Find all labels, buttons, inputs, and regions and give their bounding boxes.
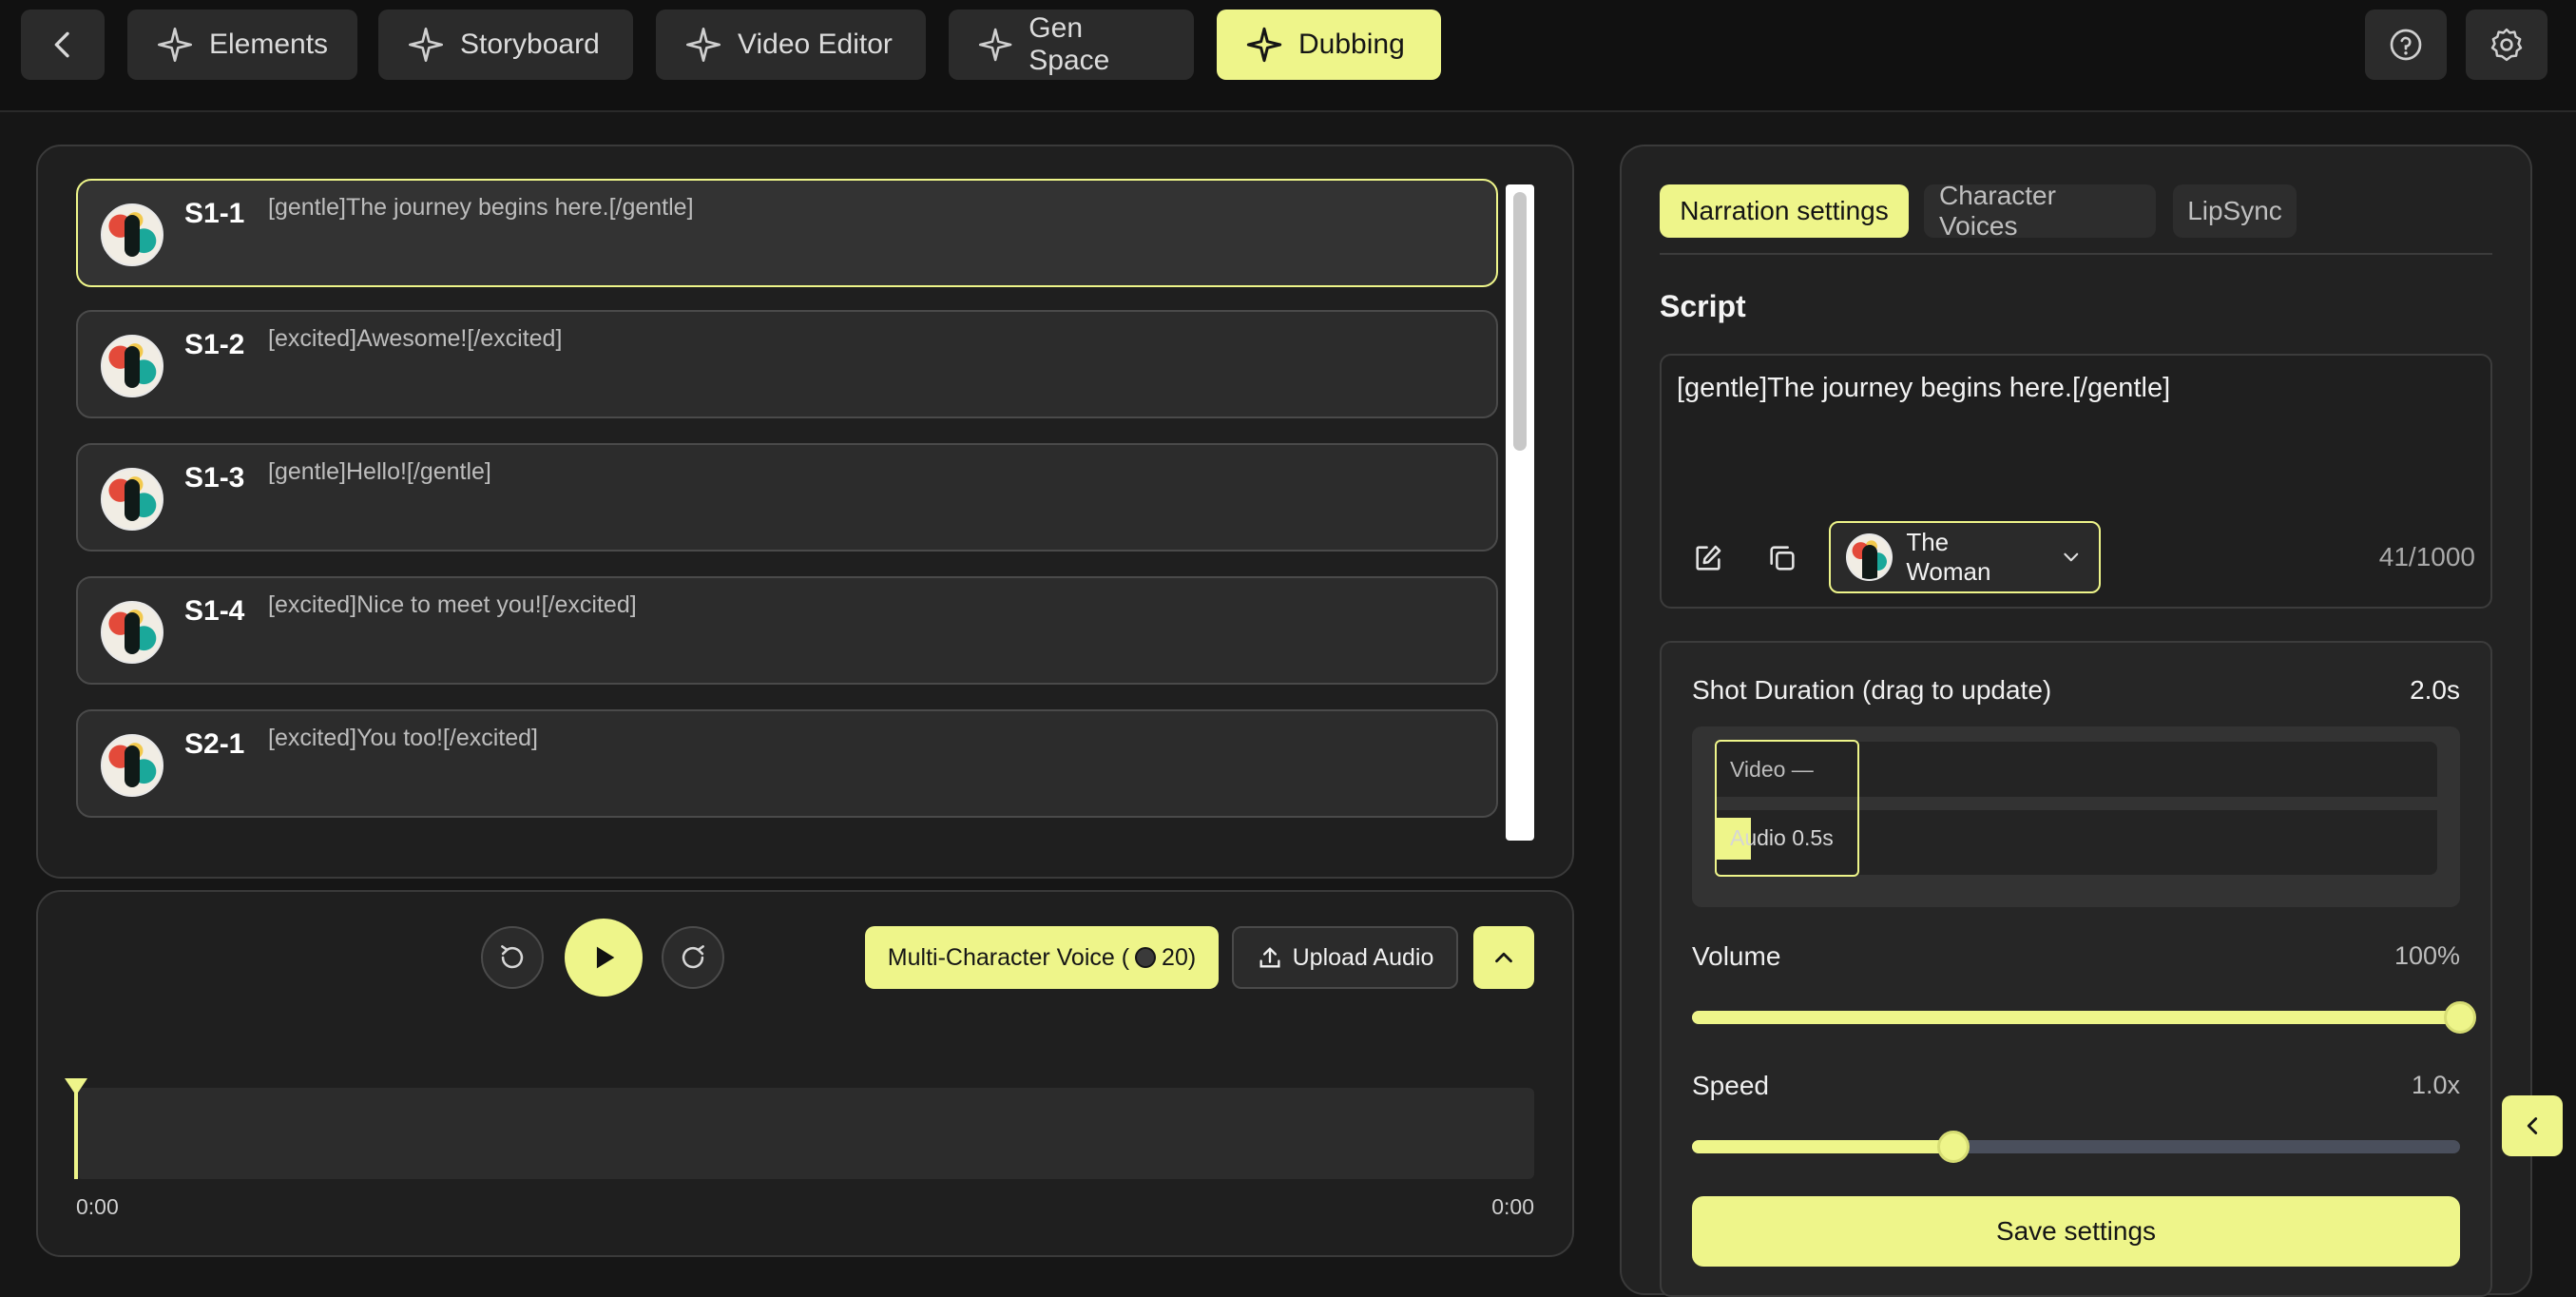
multi-character-voice-button[interactable]: Multi-Character Voice ( 20) <box>865 926 1219 989</box>
shot-list-scrollbar[interactable] <box>1506 184 1534 841</box>
rotate-ccw-icon <box>501 945 524 969</box>
nav-tab-label: Elements <box>209 29 329 60</box>
edit-icon <box>1696 545 1721 571</box>
nav-tab-dubbing[interactable]: Dubbing <box>1217 10 1441 80</box>
shot-script: [gentle]Hello![/gentle] <box>268 458 491 485</box>
script-text[interactable]: [gentle]The journey begins here.[/gentle… <box>1677 373 2170 404</box>
scrollbar-thumb[interactable] <box>1513 192 1527 451</box>
shot-code: S1-1 <box>184 198 245 229</box>
help-icon <box>2390 29 2422 61</box>
character-avatar <box>101 203 163 266</box>
voice-selector[interactable]: The Woman <box>1829 521 2101 593</box>
shot-code: S1-4 <box>184 595 245 627</box>
shot-code: S1-2 <box>184 329 245 360</box>
shot-card[interactable]: S1-1 [gentle]The journey begins here.[/g… <box>76 179 1498 287</box>
speed-slider[interactable] <box>1692 1140 2460 1153</box>
volume-slider-knob[interactable] <box>2444 1001 2476 1034</box>
character-avatar <box>101 734 163 797</box>
shot-duration-label: Shot Duration (drag to update) <box>1692 675 2052 705</box>
nav-tab-storyboard[interactable]: Storyboard <box>378 10 633 80</box>
voice-name: The Woman <box>1906 528 1991 586</box>
character-count: 41/1000 <box>2378 542 2475 571</box>
speed-slider-fill <box>1692 1140 1953 1153</box>
help-button[interactable] <box>2365 10 2447 80</box>
settings-button[interactable] <box>2466 10 2547 80</box>
sparkle-icon <box>1246 27 1282 63</box>
expand-panel-button[interactable] <box>1473 926 1534 989</box>
sparkle-icon <box>158 28 193 62</box>
save-settings-button[interactable]: Save settings <box>1692 1196 2460 1267</box>
edit-script-button[interactable] <box>1686 536 1730 580</box>
shot-card[interactable]: S1-2 [excited]Awesome![/excited] <box>76 310 1498 418</box>
credit-coin-icon <box>1135 947 1157 968</box>
tab-narration-settings[interactable]: Narration settings <box>1660 184 1909 238</box>
shot-code: S1-3 <box>184 462 245 494</box>
chevron-left-icon <box>2527 1117 2538 1134</box>
shot-code: S2-1 <box>184 728 245 760</box>
nav-tab-gen-space[interactable]: Gen Space <box>949 10 1194 80</box>
upload-icon <box>1259 947 1280 968</box>
volume-value: 100% <box>2393 941 2460 970</box>
upload-audio-label: Upload Audio <box>1292 943 1434 971</box>
video-track-label: Video — <box>1730 757 1814 782</box>
sparkle-icon <box>686 28 721 62</box>
playhead-marker-icon[interactable] <box>65 1078 87 1095</box>
nav-tab-video-editor[interactable]: Video Editor <box>656 10 926 80</box>
forward-button[interactable] <box>662 926 724 989</box>
multi-voice-label: Multi-Character Voice ( <box>887 943 1130 971</box>
shot-card[interactable]: S1-3 [gentle]Hello![/gentle] <box>76 443 1498 552</box>
collapse-panel-button[interactable] <box>2502 1095 2563 1156</box>
time-end: 0:00 <box>1491 1194 1534 1219</box>
volume-slider[interactable] <box>1692 1011 2460 1024</box>
sparkle-icon <box>978 28 1012 62</box>
shot-card[interactable]: S2-1 [excited]You too![/excited] <box>76 709 1498 818</box>
character-avatar <box>101 468 163 531</box>
nav-tab-label: Dubbing <box>1298 29 1405 60</box>
nav-tab-label: Gen Space <box>1028 12 1110 76</box>
speed-label: Speed <box>1692 1071 1769 1100</box>
audio-timeline[interactable] <box>76 1088 1534 1179</box>
shot-card[interactable]: S1-4 [excited]Nice to meet you![/excited… <box>76 576 1498 685</box>
upload-audio-button[interactable]: Upload Audio <box>1232 926 1458 989</box>
shot-script: [excited]You too![/excited] <box>268 725 538 751</box>
sparkle-icon <box>409 28 443 62</box>
back-button[interactable] <box>21 10 105 80</box>
character-avatar <box>101 601 163 664</box>
settings-icon <box>2490 28 2523 62</box>
chevron-up-icon <box>1495 952 1512 963</box>
copy-script-button[interactable] <box>1760 536 1804 580</box>
tab-label: LipSync <box>2187 196 2282 225</box>
speed-value: 1.0x <box>2411 1071 2460 1099</box>
play-button[interactable] <box>565 919 643 997</box>
shot-script: [excited]Awesome![/excited] <box>268 325 563 352</box>
nav-tab-label: Video Editor <box>738 29 893 60</box>
volume-slider-fill <box>1692 1011 2460 1024</box>
rotate-cw-icon <box>682 945 704 969</box>
rewind-button[interactable] <box>481 926 544 989</box>
chevron-down-icon <box>2064 552 2079 562</box>
save-settings-label: Save settings <box>1995 1216 2157 1246</box>
tabs-divider <box>1660 253 2492 255</box>
script-title: Script <box>1660 289 1746 323</box>
audio-track-label: Audio 0.5s <box>1730 825 1834 850</box>
tab-label: Narration settings <box>1680 196 1889 225</box>
nav-tab-elements[interactable]: Elements <box>127 10 357 80</box>
character-avatar <box>101 335 163 397</box>
tab-character-voices[interactable]: Character Voices <box>1924 181 2156 241</box>
volume-label: Volume <box>1692 941 1781 971</box>
copy-icon <box>1770 546 1795 571</box>
shot-script: [gentle]The journey begins here.[/gentle… <box>268 194 694 221</box>
shot-script: [excited]Nice to meet you![/excited] <box>268 591 637 618</box>
multi-voice-cost: 20) <box>1162 943 1197 971</box>
shot-duration-value: 2.0s <box>2410 675 2460 705</box>
voice-avatar <box>1846 533 1894 581</box>
tab-lipsync[interactable]: LipSync <box>2173 184 2297 238</box>
time-start: 0:00 <box>76 1194 119 1219</box>
nav-tab-label: Storyboard <box>460 29 600 60</box>
speed-slider-knob[interactable] <box>1936 1131 1970 1163</box>
chevron-left-icon <box>54 31 69 58</box>
play-icon <box>596 946 615 969</box>
tab-label: Character Voices <box>1939 181 2056 241</box>
